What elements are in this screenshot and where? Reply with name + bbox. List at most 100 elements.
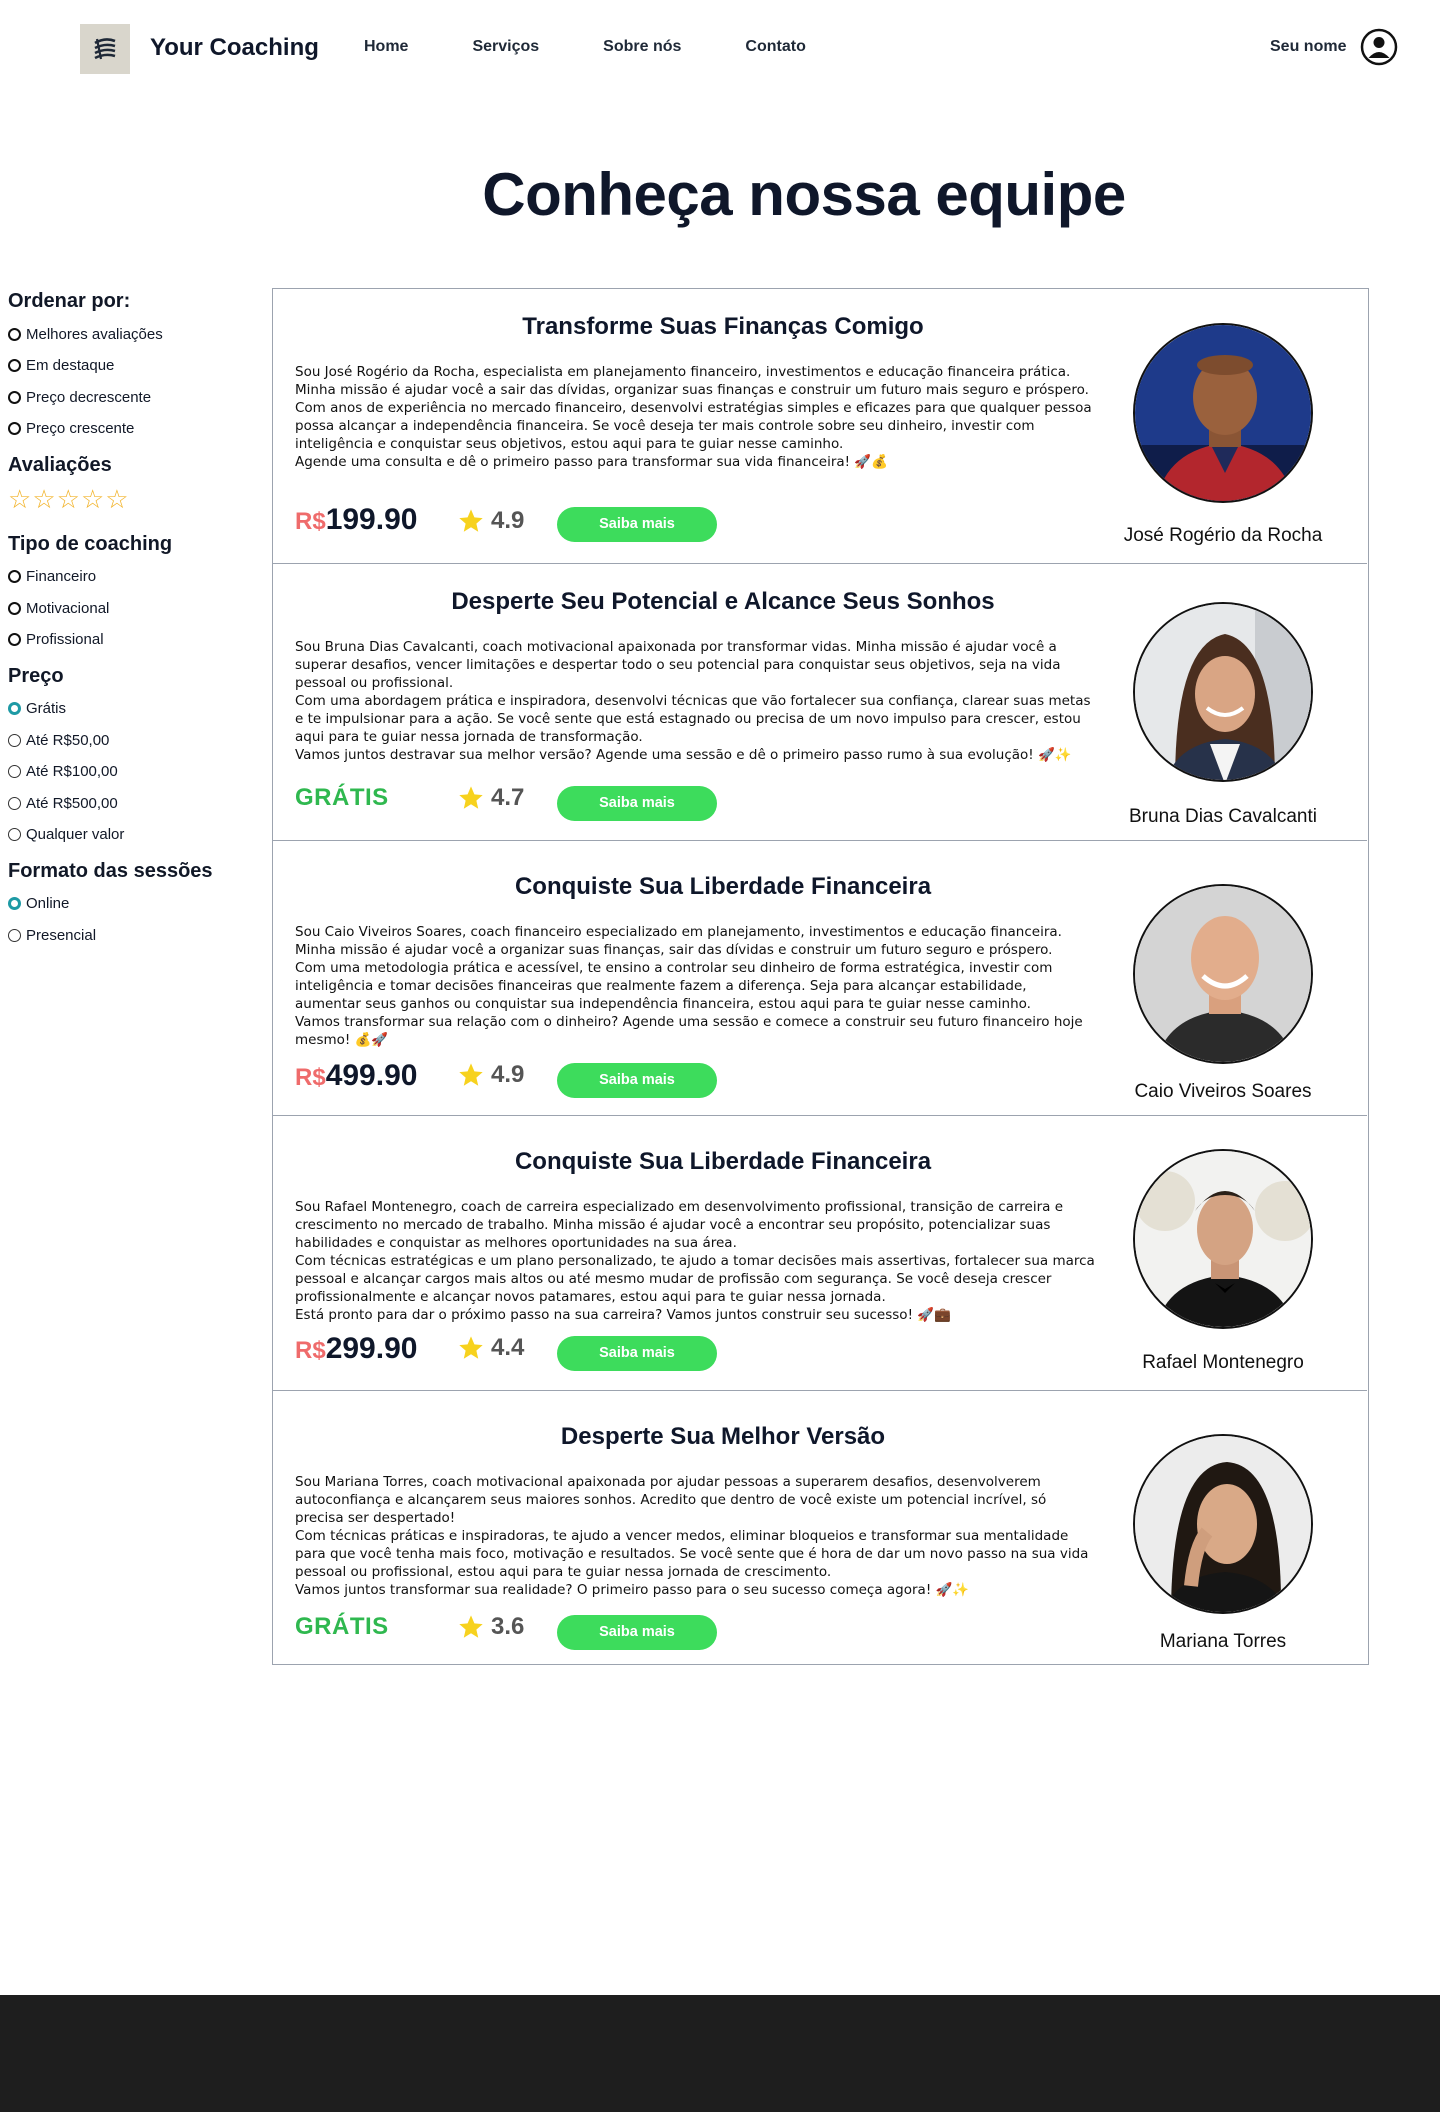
option-label: Online: [26, 895, 70, 912]
radio-icon[interactable]: [8, 327, 21, 341]
nav-contato[interactable]: Contato: [745, 38, 805, 56]
nav-home[interactable]: Home: [364, 38, 408, 56]
coach-avatar[interactable]: [1133, 602, 1313, 782]
saiba-mais-button[interactable]: Saiba mais: [557, 1615, 717, 1650]
coach-avatar[interactable]: [1133, 323, 1313, 503]
brand-name[interactable]: Your Coaching: [150, 34, 319, 62]
coach-avatar[interactable]: [1133, 1434, 1313, 1614]
rating-value: 3.6: [491, 1613, 525, 1640]
type-title: Tipo de coaching: [8, 532, 173, 555]
star-outline-icon[interactable]: ☆: [57, 487, 80, 513]
card-price: R$499.90: [295, 1059, 417, 1093]
rating-value: 4.4: [491, 1334, 525, 1361]
saiba-mais-button[interactable]: Saiba mais: [557, 507, 717, 542]
nav-servicos[interactable]: Serviços: [472, 38, 539, 56]
saiba-mais-button[interactable]: Saiba mais: [557, 1336, 717, 1371]
type-option-financeiro[interactable]: Financeiro: [8, 566, 258, 588]
card-price: R$299.90: [295, 1332, 417, 1366]
page-title: Conheça nossa equipe: [482, 161, 1126, 228]
price-option-any[interactable]: Qualquer valor: [8, 824, 258, 846]
price-option-100[interactable]: Até R$100,00: [8, 761, 258, 783]
sort-title: Ordenar por:: [8, 290, 131, 312]
user-name[interactable]: Seu nome: [1270, 38, 1346, 56]
currency-label: R$: [295, 508, 326, 535]
format-option-online[interactable]: Online: [8, 893, 258, 915]
coach-name: Rafael Montenegro: [1142, 1352, 1304, 1373]
price-value: 499.90: [325, 1059, 418, 1092]
currency-label: R$: [295, 1064, 326, 1091]
rating-value: 4.7: [491, 784, 525, 811]
price-title: Preço: [8, 664, 64, 687]
logo[interactable]: [80, 24, 130, 74]
price-option-50[interactable]: Até R$50,00: [8, 729, 258, 751]
radio-icon[interactable]: [8, 765, 21, 778]
card-description: Sou Bruna Dias Cavalcanti, coach motivac…: [295, 639, 1091, 763]
coach-photo: [1135, 886, 1311, 1062]
nav-sobre-nos[interactable]: Sobre nós: [603, 38, 681, 56]
card-rating: 3.6: [457, 1613, 524, 1641]
card-description: Sou José Rogério da Rocha, especialista …: [295, 364, 1092, 470]
radio-icon[interactable]: [8, 422, 21, 435]
radio-icon[interactable]: [8, 359, 21, 372]
rating-value: 4.9: [491, 1061, 525, 1088]
sort-option-price-asc[interactable]: Preço crescente: [8, 418, 258, 440]
card-title: Transforme Suas Finanças Comigo: [522, 313, 924, 340]
type-option-motivacional[interactable]: Motivacional: [8, 597, 258, 619]
option-label: Financeiro: [26, 568, 97, 585]
star-outline-icon[interactable]: ☆: [81, 487, 104, 513]
sort-option-price-desc[interactable]: Preço decrescente: [8, 386, 258, 408]
saiba-mais-button[interactable]: Saiba mais: [557, 786, 717, 821]
footer: [0, 1995, 1440, 2112]
coach-avatar[interactable]: [1133, 884, 1313, 1064]
card-title: Desperte Seu Potencial e Alcance Seus So…: [451, 588, 995, 615]
price-filter: Preço Grátis Até R$50,00 Até R$100,00 At…: [8, 665, 258, 846]
filters-sidebar: Ordenar por: Melhores avaliações Em dest…: [8, 290, 258, 960]
card-price-free: GRÁTIS: [295, 1613, 389, 1640]
star-outline-icon[interactable]: ☆: [8, 487, 31, 513]
card-title: Desperte Sua Melhor Versão: [560, 1423, 886, 1450]
radio-icon[interactable]: [8, 390, 21, 404]
option-label: Grátis: [26, 700, 67, 717]
sort-option-featured[interactable]: Em destaque: [8, 355, 258, 377]
radio-selected-icon[interactable]: [8, 897, 21, 910]
coach-photo: [1135, 1151, 1311, 1327]
card-description: Sou Rafael Montenegro, coach de carreira…: [295, 1199, 1095, 1323]
radio-icon[interactable]: [8, 570, 21, 583]
option-label: Qualquer valor: [26, 826, 125, 843]
option-label: Em destaque: [26, 357, 115, 374]
radio-icon[interactable]: [8, 796, 21, 810]
radio-icon[interactable]: [8, 633, 21, 646]
star-icon: [459, 1336, 483, 1359]
card-description: Sou Mariana Torres, coach motivacional a…: [295, 1474, 1089, 1598]
sort-option-best-rated[interactable]: Melhores avaliações: [8, 323, 258, 345]
coach-card: Transforme Suas Finanças Comigo Sou José…: [273, 289, 1367, 564]
coach-photo: [1135, 1436, 1311, 1612]
type-option-profissional[interactable]: Profissional: [8, 629, 258, 651]
option-label: Até R$100,00: [26, 763, 118, 780]
radio-icon[interactable]: [8, 733, 21, 747]
radio-icon[interactable]: [8, 601, 21, 615]
coach-list: Transforme Suas Finanças Comigo Sou José…: [272, 288, 1369, 1665]
card-title: Conquiste Sua Liberdade Financeira: [514, 1148, 932, 1175]
card-description: Sou Caio Viveiros Soares, coach financei…: [295, 924, 1083, 1048]
user-account-icon[interactable]: [1360, 28, 1398, 66]
coach-name: Bruna Dias Cavalcanti: [1129, 806, 1317, 827]
sort-filter: Ordenar por: Melhores avaliações Em dest…: [8, 290, 258, 440]
price-option-500[interactable]: Até R$500,00: [8, 792, 258, 814]
radio-icon[interactable]: [8, 828, 21, 841]
top-navbar: Your Coaching Home Serviços Sobre nós Co…: [0, 0, 1440, 96]
price-option-gratis[interactable]: Grátis: [8, 698, 258, 720]
format-option-presencial[interactable]: Presencial: [8, 924, 258, 946]
star-outline-icon[interactable]: ☆: [105, 487, 128, 513]
option-label: Melhores avaliações: [26, 325, 163, 343]
option-label: Até R$500,00: [26, 794, 118, 812]
format-title: Formato das sessões: [8, 859, 213, 882]
card-rating: 4.9: [457, 507, 524, 535]
rating-stars[interactable]: ☆ ☆ ☆ ☆ ☆: [8, 487, 258, 513]
format-filter: Formato das sessões Online Presencial: [8, 860, 258, 947]
radio-icon[interactable]: [8, 928, 21, 942]
radio-selected-icon[interactable]: [8, 702, 21, 715]
coach-avatar[interactable]: [1133, 1149, 1313, 1329]
star-outline-icon[interactable]: ☆: [32, 487, 55, 513]
saiba-mais-button[interactable]: Saiba mais: [557, 1063, 717, 1098]
